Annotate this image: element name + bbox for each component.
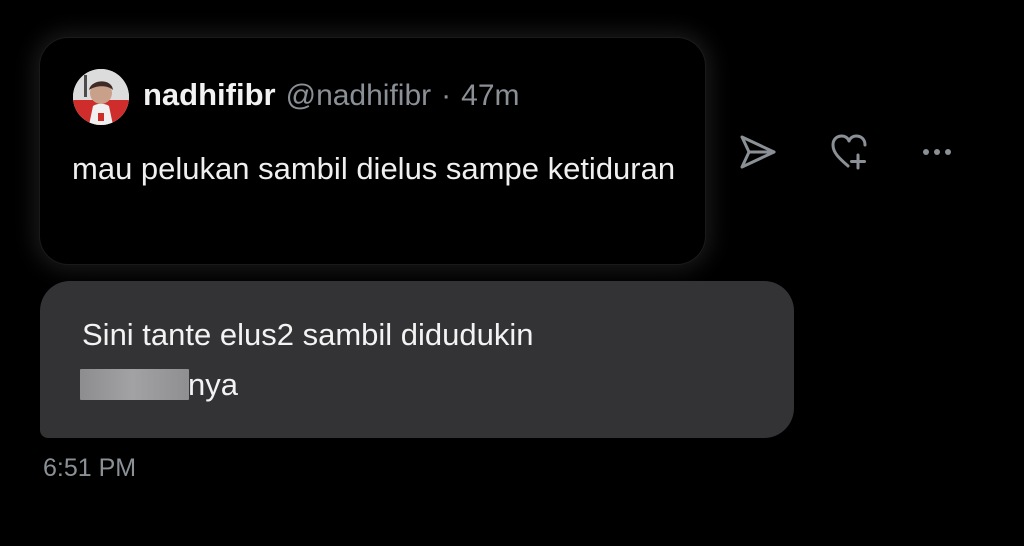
quoted-post-card[interactable]: nadhifibr @nadhifibr · 47m mau pelukan s…: [40, 38, 705, 264]
message-text-line1: Sini tante elus2 sambil didudukin: [82, 317, 534, 352]
message-bubble[interactable]: Sini tante elus2 sambil didudukin nya: [40, 281, 794, 438]
author-row: nadhifibr @nadhifibr · 47m: [143, 77, 520, 113]
send-icon: [740, 135, 776, 169]
author-avatar[interactable]: [73, 69, 129, 125]
more-icon: [923, 149, 951, 155]
avatar-image: [73, 69, 129, 125]
post-time-ago: 47m: [461, 79, 520, 112]
redacted-text-block: [80, 369, 189, 400]
more-options-button[interactable]: [916, 131, 958, 173]
react-button[interactable]: [828, 131, 870, 173]
quoted-post-text: mau pelukan sambil dielus sampe ketidura…: [72, 151, 676, 186]
share-button[interactable]: [737, 131, 779, 173]
author-separator: ·: [441, 79, 452, 112]
author-name[interactable]: nadhifibr: [143, 77, 276, 113]
author-handle[interactable]: @nadhifibr: [286, 79, 432, 113]
heart-plus-icon: [831, 134, 867, 170]
message-text-tail: nya: [188, 367, 238, 402]
message-timestamp: 6:51 PM: [43, 454, 137, 482]
